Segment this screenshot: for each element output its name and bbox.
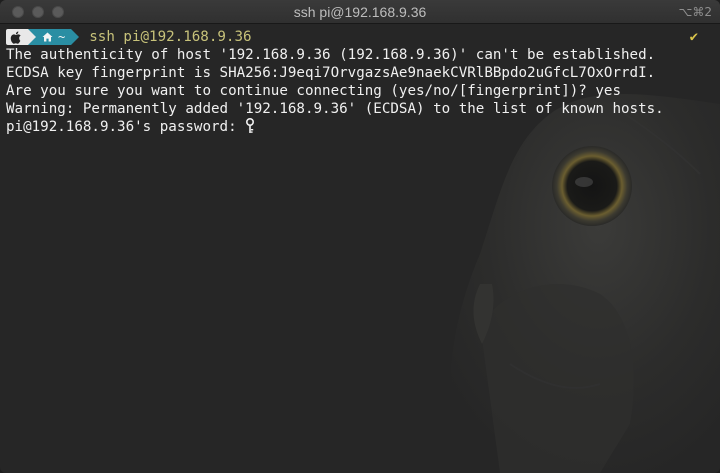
directory-label: ~: [58, 30, 66, 44]
output-line: ECDSA key fingerprint is SHA256:J9eqi7Or…: [6, 65, 656, 81]
terminal-content[interactable]: ~ ssh pi@192.168.9.36 ✔ The authenticity…: [6, 28, 714, 468]
apple-segment: [6, 29, 28, 45]
output-line: Are you sure you want to continue connec…: [6, 83, 621, 99]
apple-icon: [10, 31, 21, 44]
output-line: The authenticity of host '192.168.9.36 (…: [6, 47, 656, 63]
segment-separator-end: [71, 29, 80, 45]
prompt-line: ~ ssh pi@192.168.9.36 ✔: [6, 28, 714, 46]
key-icon: [246, 118, 255, 133]
tab-shortcut: ⌥⌘2: [678, 5, 712, 19]
command-text: ssh pi@192.168.9.36: [89, 29, 252, 45]
password-line[interactable]: pi@192.168.9.36's password:: [6, 118, 714, 136]
status-check-icon: ✔: [689, 29, 698, 45]
password-prompt: pi@192.168.9.36's password:: [6, 119, 246, 135]
title-bar[interactable]: ssh pi@192.168.9.36 ⌥⌘2: [0, 0, 720, 24]
home-icon: [42, 32, 53, 42]
segment-separator: [28, 29, 36, 45]
output-line: Warning: Permanently added '192.168.9.36…: [6, 101, 664, 117]
window-title: ssh pi@192.168.9.36: [293, 4, 427, 20]
directory-segment: ~: [36, 29, 72, 45]
terminal-window: ssh pi@192.168.9.36 ⌥⌘2 ~ ssh pi@192.168…: [0, 0, 720, 473]
